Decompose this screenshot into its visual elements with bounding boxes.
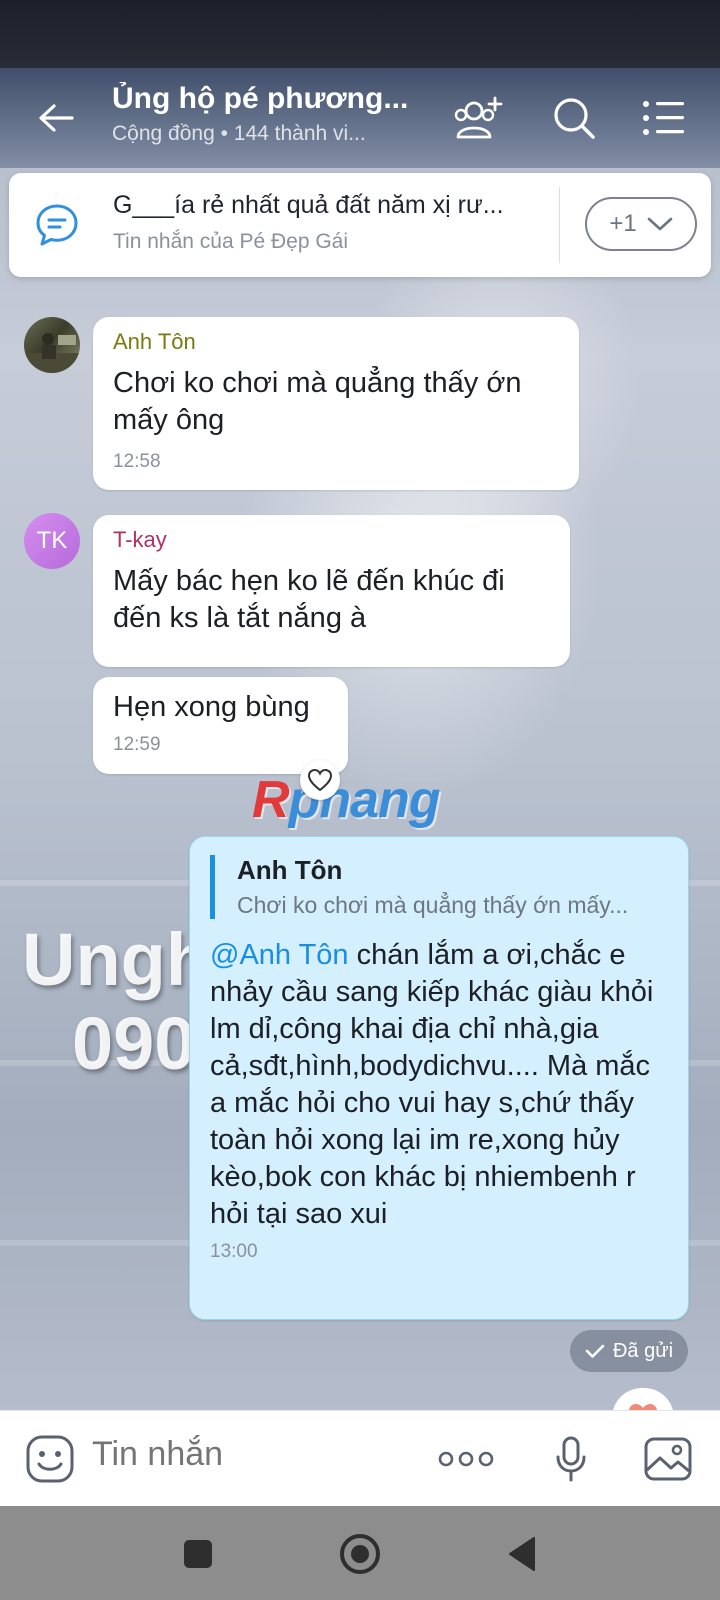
image-button[interactable] [640, 1429, 696, 1489]
message-text: Chơi ko chơi mà quẳng thấy ớn mấy ông [113, 367, 522, 436]
system-nav-bar [0, 1506, 720, 1600]
background-watermark: Rphang [252, 770, 441, 830]
chevron-down-icon [647, 217, 672, 231]
add-member-icon [454, 96, 503, 139]
message-time: 12:59 [113, 734, 161, 755]
overlay-line: Ungh [22, 918, 212, 1001]
message-bubble[interactable]: Hẹn xong bùng 12:59 [93, 677, 348, 774]
back-nav-button[interactable] [498, 1530, 546, 1578]
divider [559, 187, 560, 263]
pinned-message-bar[interactable]: G___ía rẻ nhất quả đất năm xị rư... Tin … [9, 173, 711, 277]
message-text: @Anh Tôn chán lắm a ơi,chắc e nhảy cầu s… [210, 937, 668, 1233]
pinned-message-sender: Tin nhắn của Pé Đẹp Gái [113, 230, 349, 253]
heart-icon [307, 768, 333, 792]
message-text: Hẹn xong bùng [113, 691, 310, 723]
message-input-bar [0, 1410, 720, 1506]
message-bubble[interactable]: Anh Tôn Chơi ko chơi mà quẳng thấy ớn mấ… [93, 317, 579, 490]
back-triangle-icon [509, 1537, 535, 1571]
react-button[interactable] [300, 760, 340, 800]
avatar[interactable]: TK [24, 513, 80, 569]
overlay-line: 090 [72, 1002, 196, 1085]
image-icon [644, 1437, 692, 1481]
quoted-text: Chơi ko chơi mà quẳng thấy ớn mấy... [237, 892, 629, 918]
sent-status-badge: Đã gửi [570, 1330, 688, 1372]
home-button[interactable] [336, 1530, 384, 1578]
emoji-icon [26, 1435, 74, 1483]
back-arrow-icon [39, 104, 74, 132]
more-pinned-count: +1 [609, 210, 637, 237]
quoted-sender: Anh Tôn [237, 855, 343, 885]
recents-icon [184, 1540, 212, 1568]
avatar[interactable] [24, 317, 80, 373]
group-title: Ủng hộ pé phương... [112, 82, 409, 115]
search-icon [554, 98, 595, 139]
mention-link[interactable]: @Anh Tôn [210, 939, 349, 971]
message-bubble[interactable]: T-kay Mấy bác hẹn ko lẽ đến khúc đi đến … [93, 515, 570, 667]
reply-body: chán lắm a ơi,chắc e nhảy cầu sang kiếp … [210, 939, 654, 1230]
message-text: Mấy bác hẹn ko lẽ đến khúc đi đến ks là … [113, 565, 505, 634]
sender-name[interactable]: Anh Tôn [113, 329, 559, 355]
menu-button[interactable] [634, 88, 694, 148]
check-icon [585, 1344, 605, 1358]
more-pinned-button[interactable]: +1 [585, 197, 697, 251]
watermark-letter: R [252, 771, 290, 829]
more-dots-icon [438, 1451, 494, 1467]
quoted-message[interactable]: Anh Tôn Chơi ko chơi mà quẳng thấy ớn mấ… [210, 855, 668, 919]
status-bar [0, 0, 720, 68]
pinned-message-text: G___ía rẻ nhất quả đất năm xị rư... [113, 191, 504, 219]
voice-button[interactable] [546, 1429, 596, 1489]
more-options-button[interactable] [436, 1429, 496, 1489]
search-button[interactable] [544, 88, 604, 148]
emoji-button[interactable] [22, 1429, 78, 1489]
avatar-initials: TK [36, 527, 68, 554]
reply-message-bubble[interactable]: Anh Tôn Chơi ko chơi mà quẳng thấy ớn mấ… [189, 836, 689, 1320]
message-input[interactable] [92, 1435, 412, 1474]
message-time: 12:58 [113, 451, 161, 472]
chat-bubble-icon [36, 204, 78, 246]
list-menu-icon [643, 101, 684, 135]
group-subtitle: Cộng đồng • 144 thành vi... [112, 122, 366, 145]
sender-name[interactable]: T-kay [113, 527, 550, 553]
back-button[interactable] [28, 90, 84, 146]
home-icon [340, 1534, 380, 1574]
add-member-button[interactable] [448, 88, 508, 148]
background-overlay-text: Ungh 090 [22, 918, 211, 1086]
title-block[interactable]: Ủng hộ pé phương... Cộng đồng • 144 thàn… [112, 82, 412, 146]
app-header: Ủng hộ pé phương... Cộng đồng • 144 thàn… [0, 68, 720, 168]
sent-status-text: Đã gửi [612, 1339, 674, 1362]
message-time: 13:00 [210, 1241, 258, 1262]
recents-button[interactable] [174, 1530, 222, 1578]
avatar-photo-icon [24, 333, 80, 373]
microphone-icon [556, 1436, 586, 1482]
